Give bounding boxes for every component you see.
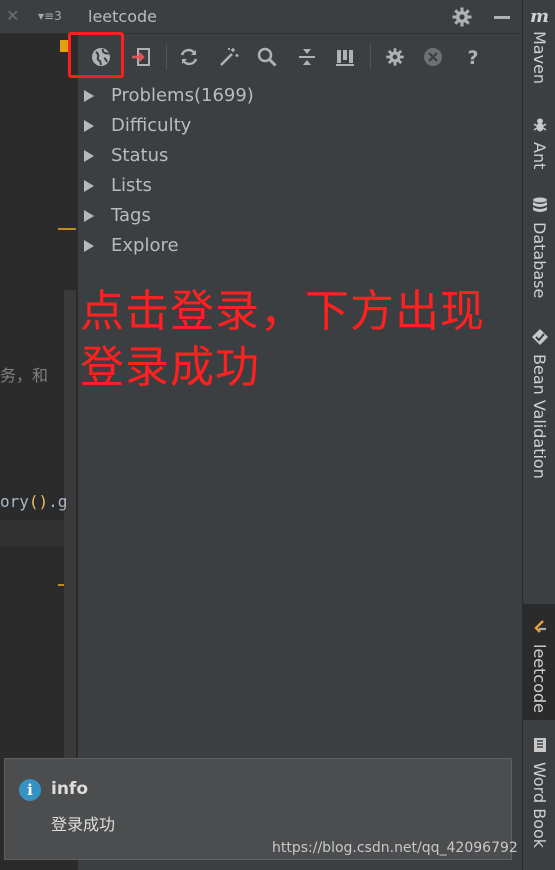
minimize-icon[interactable]: [490, 5, 514, 29]
code-parens: (): [28, 492, 49, 511]
login-highlight-box: [68, 32, 124, 78]
tree-node-problems[interactable]: Problems(1699): [78, 82, 522, 112]
right-tool-stripe: m Maven Ant Database Bean Validation lee…: [522, 0, 555, 870]
expand-arrow-icon[interactable]: [84, 180, 94, 192]
stripe-label: leetcode: [530, 644, 549, 713]
progress-chart-icon[interactable]: [330, 42, 360, 72]
stripe-label: Maven: [530, 31, 549, 85]
tab-list-button[interactable]: ▾≡3: [38, 9, 62, 23]
info-icon: i: [19, 779, 41, 801]
gear-icon[interactable]: [450, 5, 474, 29]
annotation-line-2: 登录成功: [80, 342, 260, 393]
tree-node-explore[interactable]: Explore: [78, 232, 522, 262]
annotation-text: 点击登录，下方出现 登录成功: [80, 284, 520, 396]
tree-node-label: Status: [111, 145, 169, 166]
expand-arrow-icon[interactable]: [84, 240, 94, 252]
bean-validation-icon: [531, 328, 549, 350]
stripe-leetcode[interactable]: leetcode: [523, 604, 555, 720]
toolbar-separator: [370, 44, 371, 70]
code-highlight-band: [0, 520, 64, 546]
tool-window-header: leetcode: [78, 0, 522, 34]
refresh-icon[interactable]: [174, 42, 204, 72]
tree-node-label: Explore: [111, 235, 179, 256]
maven-m-icon: m: [529, 6, 550, 27]
tab-count: 3: [54, 9, 62, 23]
expand-arrow-icon[interactable]: [84, 120, 94, 132]
stripe-label: Ant: [530, 142, 549, 170]
expand-arrow-icon[interactable]: [84, 210, 94, 222]
notification-message: 登录成功: [51, 815, 116, 834]
settings-gear-icon[interactable]: [380, 42, 410, 72]
search-icon[interactable]: [252, 42, 282, 72]
tree-node-label: Tags: [111, 205, 151, 226]
leetcode-toolbar: ?: [78, 36, 522, 78]
code-text: ory: [0, 492, 29, 511]
notification-title: info: [51, 779, 89, 799]
svg-text:?: ?: [467, 47, 478, 68]
stripe-label: Database: [530, 222, 549, 299]
annotation-line-1: 点击登录，下方出现: [80, 286, 485, 337]
stripe-database[interactable]: Database: [523, 196, 555, 298]
expand-arrow-icon[interactable]: [84, 150, 94, 162]
database-icon: [531, 196, 549, 218]
clear-icon[interactable]: [418, 42, 448, 72]
close-icon[interactable]: ✕: [6, 6, 19, 25]
watermark-text: https://blog.csdn.net/qq_42096792: [272, 840, 518, 856]
logout-icon[interactable]: [126, 42, 156, 72]
tree-node-status[interactable]: Status: [78, 142, 522, 172]
stripe-word-book[interactable]: Word Book: [523, 736, 555, 848]
code-line: ory().g: [0, 492, 78, 511]
stripe-maven[interactable]: m Maven: [523, 6, 555, 84]
ant-icon: [531, 116, 549, 138]
collapse-all-icon[interactable]: [292, 42, 322, 72]
change-marker: [58, 228, 76, 230]
editor-tab-bar: ✕ ▾≡3: [0, 0, 78, 34]
stripe-label: Word Book: [530, 762, 549, 849]
expand-arrow-icon[interactable]: [84, 90, 94, 102]
magic-wand-icon[interactable]: [214, 42, 244, 72]
tree-node-lists[interactable]: Lists: [78, 172, 522, 202]
code-text-tail: .g: [48, 492, 68, 511]
leetcode-tool-window: leetcode ? Problems(1699) Difficulty Sta…: [78, 0, 522, 870]
stripe-bean-validation[interactable]: Bean Validation: [523, 328, 555, 479]
toolbar-separator: [166, 44, 167, 70]
leetcode-icon: [531, 618, 549, 640]
editor-pane: ✕ ▾≡3 务，和 ory().g: [0, 0, 78, 870]
tree-node-label: Problems(1699): [111, 85, 254, 106]
book-icon: [531, 736, 549, 758]
stripe-ant[interactable]: Ant: [523, 116, 555, 169]
tree-node-label: Lists: [111, 175, 152, 196]
code-comment-line: 务，和: [0, 366, 49, 385]
tree-node-label: Difficulty: [111, 115, 192, 136]
stripe-label: Bean Validation: [530, 354, 549, 479]
tree-node-tags[interactable]: Tags: [78, 202, 522, 232]
tool-window-title: leetcode: [88, 7, 157, 26]
problem-tree: Problems(1699) Difficulty Status Lists T…: [78, 82, 522, 262]
help-icon[interactable]: ?: [458, 42, 488, 72]
tree-node-difficulty[interactable]: Difficulty: [78, 112, 522, 142]
